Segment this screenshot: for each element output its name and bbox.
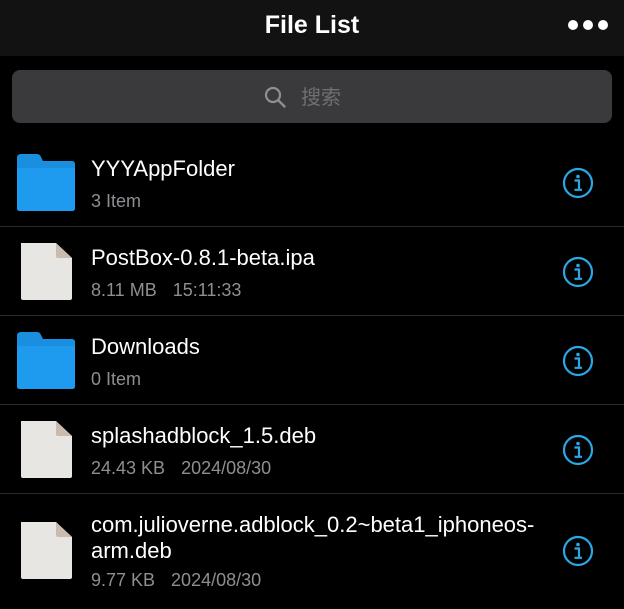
search-icon	[264, 86, 286, 108]
info-icon[interactable]	[562, 167, 594, 199]
file-size: 3 Item	[91, 191, 142, 211]
file-date: 15:11:33	[172, 280, 242, 300]
file-size: 9.77 KB	[91, 570, 156, 590]
more-dot-icon	[568, 20, 578, 30]
folder-icon	[17, 332, 75, 389]
file-meta: 9.77 KB 2024/08/30	[91, 570, 261, 591]
file-name: splashadblock_1.5.deb	[91, 423, 317, 448]
file-name: YYYAppFolder	[91, 156, 235, 181]
file-list: YYYAppFolder 3 Item PostBox-0.8.1-beta.i…	[0, 138, 624, 607]
file-date: 2024/08/30	[181, 458, 272, 478]
page-title: File List	[264, 11, 360, 39]
list-item[interactable]: com.julioverne.adblock_0.2~beta1_iphoneo…	[0, 494, 624, 607]
more-options-button[interactable]	[568, 14, 608, 36]
info-icon[interactable]	[562, 434, 594, 466]
document-icon	[21, 243, 72, 300]
info-icon[interactable]	[562, 535, 594, 567]
file-date: 2024/08/30	[171, 570, 262, 590]
more-dot-icon	[598, 20, 608, 30]
file-name: com.julioverne.adblock_0.2~beta1_iphoneo…	[91, 512, 535, 563]
file-size: 0 Item	[91, 369, 142, 389]
list-item[interactable]: YYYAppFolder 3 Item	[0, 138, 624, 227]
file-meta: 8.11 MB 15:11:33	[91, 280, 241, 301]
list-item[interactable]: PostBox-0.8.1-beta.ipa 8.11 MB 15:11:33	[0, 227, 624, 316]
list-item[interactable]: splashadblock_1.5.deb 24.43 KB 2024/08/30	[0, 405, 624, 494]
file-size: 8.11 MB	[91, 280, 157, 300]
file-meta: 24.43 KB 2024/08/30	[91, 458, 271, 479]
search-input[interactable]	[301, 84, 361, 109]
file-size: 24.43 KB	[91, 458, 166, 478]
document-icon	[21, 421, 72, 478]
file-name: Downloads	[91, 334, 200, 359]
more-dot-icon	[583, 20, 593, 30]
file-meta: 0 Item	[91, 369, 141, 390]
folder-icon	[17, 154, 75, 211]
navigation-bar: File List	[0, 0, 624, 56]
search-bar[interactable]	[12, 70, 612, 123]
document-icon	[21, 522, 72, 579]
file-name: PostBox-0.8.1-beta.ipa	[91, 245, 315, 270]
list-item[interactable]: Downloads 0 Item	[0, 316, 624, 405]
file-meta: 3 Item	[91, 191, 141, 212]
info-icon[interactable]	[562, 345, 594, 377]
search-inner	[263, 84, 361, 109]
info-icon[interactable]	[562, 256, 594, 288]
